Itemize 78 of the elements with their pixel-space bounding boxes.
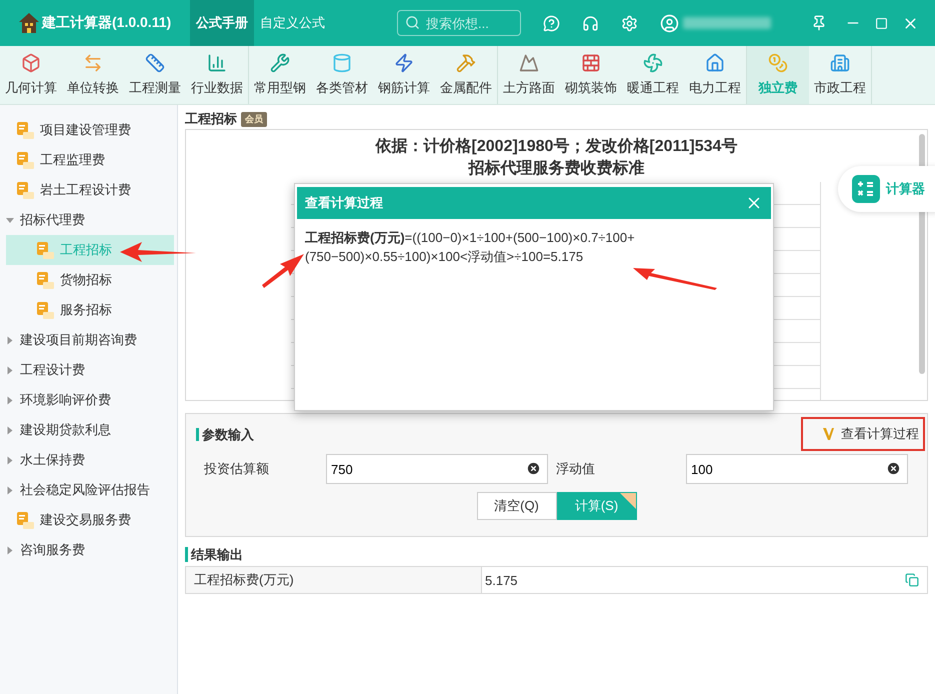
copy-icon[interactable] <box>905 573 919 587</box>
dialog-title: 查看计算过程 <box>305 194 383 212</box>
calculator-icon <box>857 180 875 198</box>
vip-file-icon <box>16 181 34 199</box>
search-field[interactable]: 搜索你想... <box>397 10 521 36</box>
tree-item[interactable]: 服务招标 <box>6 295 174 325</box>
tree-item[interactable]: 建设交易服务费 <box>6 505 174 535</box>
tree-group[interactable]: 建设期贷款利息 <box>6 415 174 445</box>
toolbar-item[interactable]: 市政工程 <box>809 46 871 104</box>
pin-icon[interactable] <box>811 15 827 31</box>
tree-item[interactable]: 岩土工程设计费 <box>6 175 174 205</box>
hammer-icon <box>456 53 476 73</box>
cube-icon <box>21 53 41 73</box>
view-process-button[interactable]: 查看计算过程 <box>801 417 925 451</box>
mountain-icon <box>519 53 539 73</box>
search-icon <box>405 15 420 30</box>
help-icon[interactable] <box>543 14 560 32</box>
toolbar-item[interactable]: 工程测量 <box>124 46 186 104</box>
content-title: 工程招标 <box>185 110 237 128</box>
cylinder-icon <box>332 53 352 73</box>
section-title: 参数输入 <box>196 428 254 440</box>
coins-icon <box>768 53 788 73</box>
vip-file-icon <box>36 271 54 289</box>
vip-file-icon <box>36 241 54 259</box>
tree-item[interactable]: 项目建设管理费 <box>6 115 174 145</box>
building-icon <box>830 53 850 73</box>
result-value: 5.175 <box>482 567 905 593</box>
vip-file-icon <box>16 151 34 169</box>
standard-heading: 招标代理服务费收费标准 <box>468 158 644 179</box>
ruler-icon <box>145 53 165 73</box>
house-logo-icon <box>18 12 40 34</box>
toolbar-item[interactable]: 常用型钢 <box>249 46 311 104</box>
settings-icon[interactable] <box>621 14 638 32</box>
vip-icon <box>823 428 837 440</box>
house-icon <box>705 53 725 73</box>
tree-group[interactable]: 招标代理费 <box>6 205 174 235</box>
maximize-icon[interactable] <box>875 16 888 30</box>
vip-file-icon <box>16 121 34 139</box>
brick-wall-icon <box>581 53 601 73</box>
tree-group[interactable]: 咨询服务费 <box>6 535 174 565</box>
input-field[interactable]: 100 <box>686 454 908 484</box>
standard-heading: 依据：计价格[2002]1980号；发改价格[2011]534号 <box>376 136 738 157</box>
tree-group[interactable]: 环境影响评价费 <box>6 385 174 415</box>
input-field[interactable]: 750 <box>326 454 548 484</box>
toolbar-item[interactable]: 砌筑装饰 <box>560 46 622 104</box>
tree-group[interactable]: 社会稳定风险评估报告 <box>6 475 174 505</box>
toolbar-item[interactable]: 各类管材 <box>311 46 373 104</box>
toolbar-item[interactable]: 土方路面 <box>498 46 560 104</box>
lightning-icon <box>394 53 414 73</box>
formula-text: 工程招标费(万元)=((100−0)×1÷100+(500−100)×0.7÷100+(750−500)×0.55÷100)×100<浮动值>÷100=5.175 <box>305 229 636 266</box>
fan-icon <box>643 53 663 73</box>
toolbar-item[interactable]: 金属配件 <box>435 46 497 104</box>
top-tab[interactable]: 公式手册 <box>190 0 254 46</box>
toolbar-item[interactable]: 行业数据 <box>186 46 248 104</box>
section-title: 结果输出 <box>185 547 243 562</box>
field-label: 投资估算额 <box>203 460 270 478</box>
toolbar-item[interactable]: 钢筋计算 <box>373 46 435 104</box>
tree-group[interactable]: 水土保持费 <box>6 445 174 475</box>
tree-group[interactable]: 建设项目前期咨询费 <box>6 325 174 355</box>
member-badge: 会员 <box>241 112 267 126</box>
tree-item[interactable]: 货物招标 <box>6 265 174 295</box>
field-label: 浮动值 <box>556 460 596 478</box>
arrows-icon <box>83 53 103 73</box>
bar-chart-icon <box>207 53 227 73</box>
toolbar-item[interactable]: 单位转换 <box>62 46 124 104</box>
app-title: 建工计算器(1.0.0.11) <box>0 12 190 34</box>
wrench-icon <box>270 53 290 73</box>
user-icon[interactable] <box>660 14 679 32</box>
toolbar-item[interactable]: 几何计算 <box>0 46 62 104</box>
tree-group[interactable]: 工程设计费 <box>6 355 174 385</box>
toolbar-item[interactable]: 电力工程 <box>684 46 746 104</box>
tree-item[interactable]: 工程监理费 <box>6 145 174 175</box>
action-button[interactable]: 清空(Q) <box>476 492 556 520</box>
headset-icon[interactable] <box>582 14 599 32</box>
pointer-arrow <box>262 254 304 288</box>
vip-file-icon <box>16 511 34 529</box>
vip-file-icon <box>36 301 54 319</box>
toolbar-item[interactable]: 暖通工程 <box>622 46 684 104</box>
